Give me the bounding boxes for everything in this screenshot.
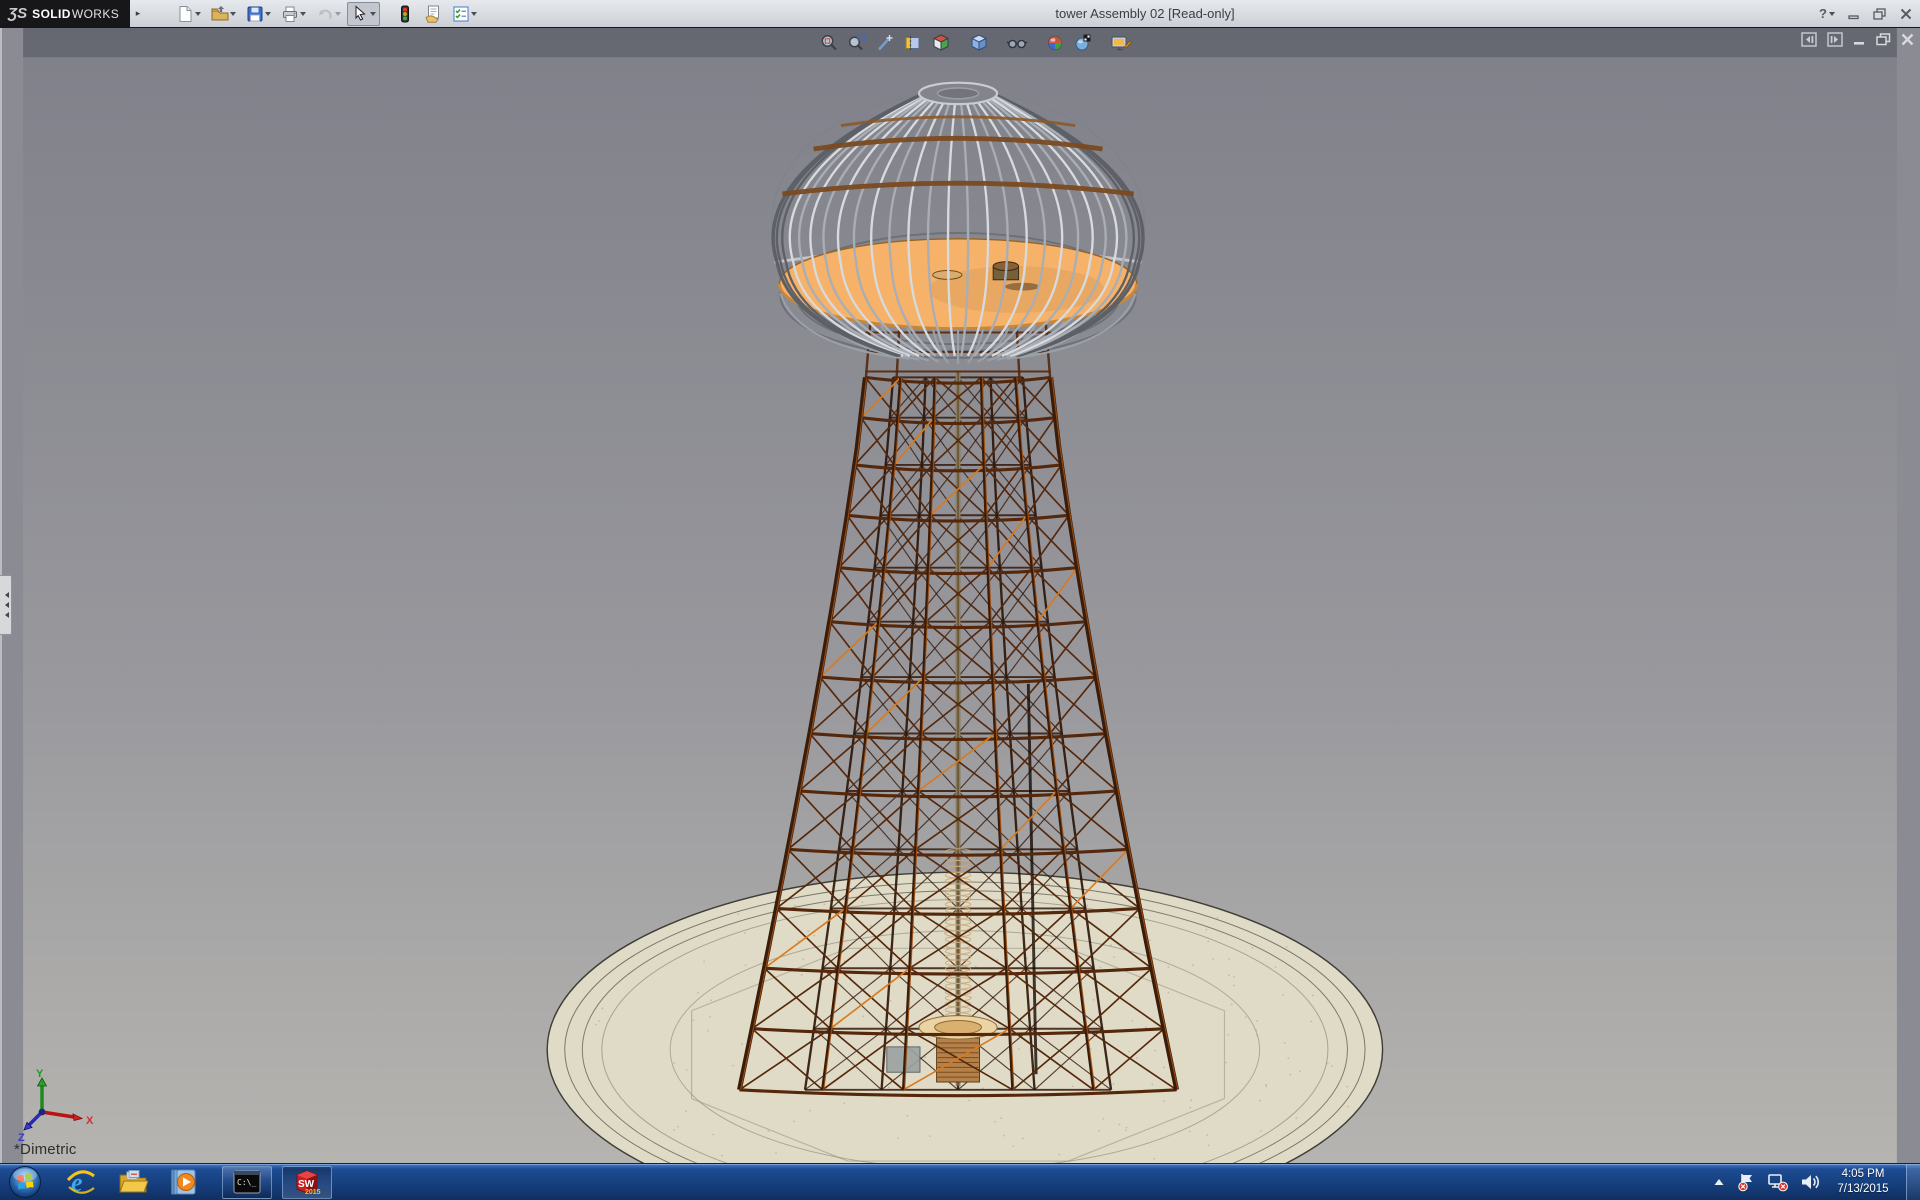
tray-time: 4:05 PM: [1831, 1167, 1895, 1182]
minimize-icon: [1848, 8, 1860, 20]
undo-icon: [316, 5, 334, 23]
model-render[interactable]: [0, 28, 1920, 1163]
restore-button[interactable]: [1873, 8, 1887, 20]
network-status-icon[interactable]: [1767, 1172, 1789, 1192]
previous-view-icon[interactable]: [874, 32, 896, 54]
heads-up-toolbar: [818, 30, 1132, 56]
view-settings-icon[interactable]: [1110, 32, 1132, 54]
view-orientation-label: *Dimetric: [14, 1141, 77, 1158]
display-style-icon[interactable]: [930, 32, 952, 54]
action-center-icon[interactable]: [1736, 1172, 1756, 1192]
windows-start-orb-icon: [8, 1165, 42, 1199]
new-document-button[interactable]: [172, 2, 205, 26]
undo-button[interactable]: [312, 2, 345, 26]
volume-icon[interactable]: [1800, 1173, 1820, 1191]
windows-media-player-button[interactable]: [170, 1167, 200, 1197]
chevron-down-icon[interactable]: [195, 12, 201, 19]
view-orientation-icon[interactable]: [968, 32, 990, 54]
select-button[interactable]: [347, 2, 380, 26]
pane-collapse-right-button[interactable]: [1827, 32, 1843, 47]
apply-scene-icon[interactable]: [1072, 32, 1094, 54]
close-button[interactable]: [1900, 8, 1912, 20]
system-tray: 4:05 PM 7/13/2015: [1713, 1164, 1920, 1200]
rebuild-button[interactable]: [392, 2, 418, 26]
zoom-to-area-icon[interactable]: [846, 32, 868, 54]
command-prompt-icon: C:\_: [233, 1170, 261, 1194]
section-view-icon[interactable]: [902, 32, 924, 54]
options-list-icon: [452, 5, 470, 23]
taskbar-clock[interactable]: 4:05 PM 7/13/2015: [1831, 1167, 1895, 1197]
windows-explorer-button[interactable]: [118, 1167, 148, 1197]
minimize-button[interactable]: [1848, 8, 1860, 20]
help-button[interactable]: ?: [1819, 6, 1835, 21]
window-title: tower Assembly 02 [Read-only]: [985, 0, 1305, 27]
open-folder-icon: [211, 5, 229, 23]
print-icon: [281, 5, 299, 23]
edit-appearance-icon[interactable]: [1044, 32, 1066, 54]
file-properties-button[interactable]: [420, 2, 446, 26]
doc-restore-button[interactable]: [1876, 33, 1891, 46]
chevron-down-icon[interactable]: [335, 12, 341, 19]
hide-show-items-icon[interactable]: [1006, 32, 1028, 54]
solidworks-app-icon: SW 2015: [293, 1168, 321, 1196]
new-document-icon: [176, 5, 194, 23]
zoom-to-fit-icon[interactable]: [818, 32, 840, 54]
solidworks-logo: ƷS SOLID WORKS: [0, 0, 130, 27]
feature-manager-collapse-tab[interactable]: [0, 575, 12, 635]
doc-close-button[interactable]: [1901, 33, 1914, 46]
chevron-down-icon[interactable]: [265, 12, 271, 19]
tray-date: 7/13/2015: [1831, 1182, 1895, 1197]
open-button[interactable]: [207, 2, 240, 26]
options-button[interactable]: [448, 2, 481, 26]
brand-text-light: WORKS: [72, 7, 119, 21]
select-cursor-icon: [351, 5, 369, 23]
internet-explorer-icon: e: [66, 1167, 96, 1197]
rebuild-traffic-light-icon: [396, 5, 414, 23]
taskbar: e: [0, 1163, 1920, 1200]
menu-expand-arrow[interactable]: ▸: [130, 8, 146, 19]
close-icon: [1900, 8, 1912, 20]
chevron-down-icon[interactable]: [471, 12, 477, 19]
window-controls: ?: [1819, 0, 1912, 27]
standard-toolbar: [172, 0, 481, 27]
chevron-down-icon[interactable]: [300, 12, 306, 19]
windows-media-player-icon: [170, 1167, 200, 1197]
chevron-up-icon: [1713, 1177, 1725, 1187]
chevron-down-icon: [1829, 12, 1835, 19]
graphics-area[interactable]: Y X Z *Dimetric: [0, 28, 1920, 1163]
internet-explorer-button[interactable]: e: [66, 1167, 96, 1197]
file-properties-icon: [424, 5, 442, 23]
chevron-down-icon[interactable]: [370, 12, 376, 19]
triad-x-label: X: [86, 1115, 94, 1127]
svg-text:2015: 2015: [305, 1189, 321, 1196]
show-desktop-button[interactable]: [1906, 1164, 1920, 1200]
save-floppy-icon: [246, 5, 264, 23]
brand-text-bold: SOLID: [32, 7, 71, 21]
triad-y-label: Y: [36, 1068, 44, 1080]
title-bar: ƷS SOLID WORKS ▸: [0, 0, 1920, 28]
start-button[interactable]: [8, 1165, 42, 1199]
windows-explorer-icon: [118, 1167, 148, 1197]
solidworks-window: ƷS SOLID WORKS ▸: [0, 0, 1920, 1200]
restore-icon: [1873, 8, 1887, 20]
command-prompt-button[interactable]: C:\_: [222, 1166, 272, 1199]
pane-collapse-left-button[interactable]: [1801, 32, 1817, 47]
print-button[interactable]: [277, 2, 310, 26]
notifications-expand-button[interactable]: [1713, 1177, 1725, 1187]
solidworks-logo-mark: ƷS: [8, 5, 27, 22]
doc-minimize-button[interactable]: [1853, 33, 1866, 46]
solidworks-2015-button[interactable]: SW 2015: [282, 1166, 332, 1199]
document-window-controls: [1801, 32, 1914, 47]
taskbar-apps: e: [66, 1166, 332, 1199]
chevron-down-icon[interactable]: [230, 12, 236, 19]
save-button[interactable]: [242, 2, 275, 26]
reference-triad: Y X Z: [16, 1066, 116, 1142]
svg-text:C:\_: C:\_: [237, 1178, 256, 1187]
